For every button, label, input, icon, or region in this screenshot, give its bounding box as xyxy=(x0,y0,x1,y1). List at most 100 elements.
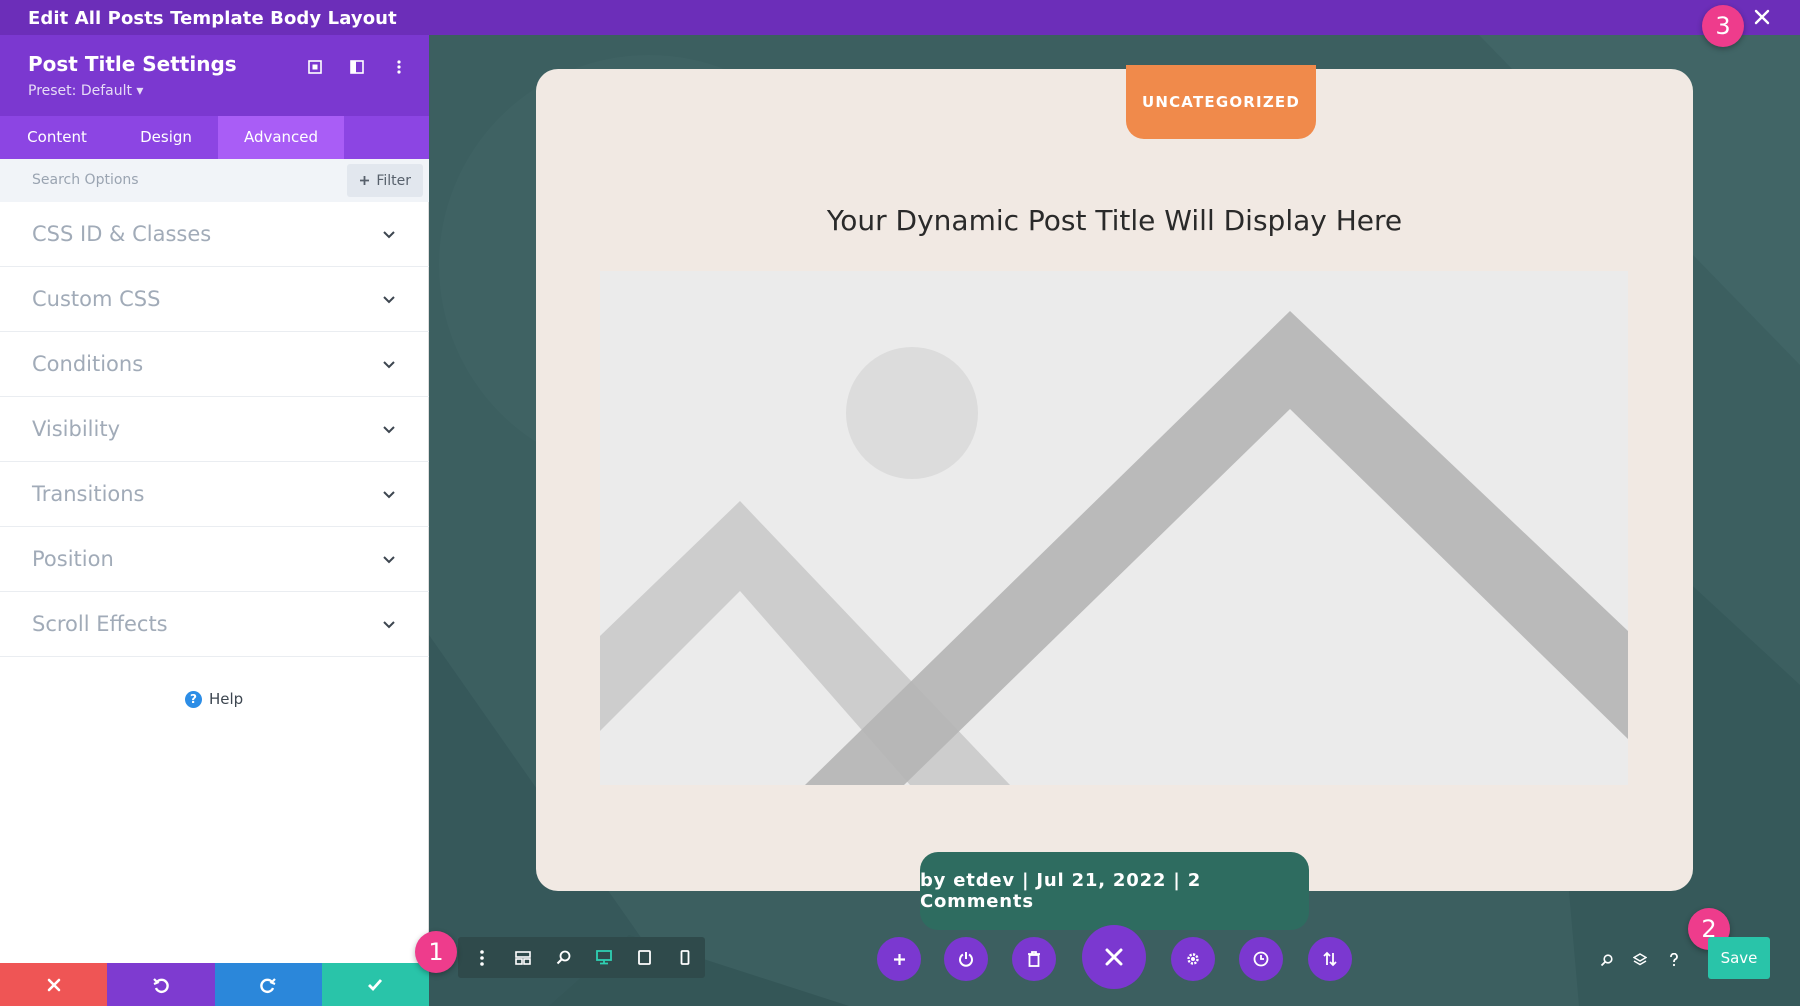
help-link[interactable]: ? Help xyxy=(185,690,243,708)
settings-panel: Post Title Settings Preset: Default ▾ Co… xyxy=(0,35,429,1006)
power-icon xyxy=(959,952,973,967)
trash-icon xyxy=(1028,951,1040,967)
trash-button[interactable] xyxy=(1012,937,1056,981)
post-title-module[interactable]: Your Dynamic Post Title Will Display Her… xyxy=(536,204,1693,237)
help-icon: ? xyxy=(185,690,202,708)
tab-design[interactable]: Design xyxy=(114,116,218,159)
option-group-position[interactable]: Position xyxy=(0,527,429,592)
power-button[interactable] xyxy=(944,937,988,981)
phone-view-button[interactable] xyxy=(665,937,706,978)
close-builder-button[interactable] xyxy=(1748,3,1776,31)
option-group-label: Scroll Effects xyxy=(32,612,168,636)
portability-button[interactable] xyxy=(1308,937,1352,981)
phone-icon xyxy=(680,950,690,965)
redo-button[interactable] xyxy=(214,963,322,1006)
history-button[interactable] xyxy=(1239,937,1283,981)
post-meta[interactable]: by etdev | Jul 21, 2022 | 2 Comments xyxy=(920,852,1309,930)
more-vertical-icon xyxy=(397,60,401,74)
layout-icon xyxy=(514,950,531,965)
save-button[interactable]: Save xyxy=(1708,937,1770,979)
undo-button[interactable] xyxy=(107,963,215,1006)
check-icon xyxy=(368,978,383,991)
discard-button[interactable] xyxy=(0,963,108,1006)
layers-icon xyxy=(1633,953,1647,966)
search-icon xyxy=(1600,953,1613,966)
search-options-row: Search Options Filter xyxy=(0,159,429,202)
chevron-down-icon xyxy=(383,361,395,369)
option-groups: CSS ID & Classes Custom CSS Conditions V… xyxy=(0,202,429,657)
option-group-conditions[interactable]: Conditions xyxy=(0,332,429,397)
featured-image-placeholder[interactable] xyxy=(600,271,1628,785)
option-group-label: Transitions xyxy=(32,482,145,506)
option-group-label: Conditions xyxy=(32,352,144,376)
layers-button[interactable] xyxy=(1626,946,1654,974)
split-view-button[interactable] xyxy=(341,51,373,83)
panel-action-bar xyxy=(0,963,429,1006)
close-icon xyxy=(1754,9,1770,25)
chevron-down-icon xyxy=(383,426,395,434)
add-button[interactable] xyxy=(877,937,921,981)
wireframe-view-button[interactable] xyxy=(503,937,544,978)
zoom-view-button[interactable] xyxy=(543,937,584,978)
preset-selector[interactable]: Preset: Default ▾ xyxy=(28,83,143,99)
option-group-label: Position xyxy=(32,547,114,571)
page-settings-button[interactable] xyxy=(1171,937,1215,981)
chevron-down-icon xyxy=(383,296,395,304)
window-title: Edit All Posts Template Body Layout xyxy=(28,8,397,29)
callout-badge-1: 1 xyxy=(415,931,457,973)
option-group-transitions[interactable]: Transitions xyxy=(0,462,429,527)
option-group-label: Visibility xyxy=(32,417,121,441)
plus-icon xyxy=(360,176,370,185)
redo-icon xyxy=(260,977,276,993)
clock-icon xyxy=(1253,951,1269,967)
option-group-scroll-effects[interactable]: Scroll Effects xyxy=(0,592,429,657)
apply-button[interactable] xyxy=(321,963,429,1006)
expand-panel-button[interactable] xyxy=(299,51,331,83)
columns-icon xyxy=(350,60,364,74)
post-card: UNCATEGORIZED Your Dynamic Post Title Wi… xyxy=(536,65,1693,891)
undo-icon xyxy=(153,977,169,993)
help-label: Help xyxy=(209,690,244,708)
option-group-label: Custom CSS xyxy=(32,287,161,311)
view-more-button[interactable] xyxy=(462,937,503,978)
close-icon xyxy=(47,978,60,991)
tab-advanced[interactable]: Advanced xyxy=(218,116,344,159)
gear-icon xyxy=(1187,953,1199,965)
help-button[interactable] xyxy=(1660,946,1688,974)
search-options-input[interactable]: Search Options xyxy=(32,172,139,188)
desktop-view-button[interactable] xyxy=(584,937,625,978)
builder-app: Edit All Posts Template Body Layout Post… xyxy=(0,0,1800,1006)
panel-title: Post Title Settings xyxy=(28,52,237,76)
tablet-icon xyxy=(637,950,651,965)
utility-toolbar xyxy=(1592,946,1688,974)
option-group-css-id-classes[interactable]: CSS ID & Classes xyxy=(0,202,429,267)
import-export-icon xyxy=(1323,951,1337,967)
chevron-down-icon xyxy=(383,621,395,629)
option-group-label: CSS ID & Classes xyxy=(32,222,212,246)
option-group-custom-css[interactable]: Custom CSS xyxy=(0,267,429,332)
panel-header: Post Title Settings Preset: Default ▾ xyxy=(0,35,429,116)
chevron-down-icon xyxy=(383,556,395,564)
panel-more-button[interactable] xyxy=(383,51,415,83)
view-mode-toolbar xyxy=(458,937,705,978)
tab-content[interactable]: Content xyxy=(0,116,114,159)
category-badge[interactable]: UNCATEGORIZED xyxy=(1126,65,1316,139)
tablet-view-button[interactable] xyxy=(624,937,665,978)
image-placeholder-icon xyxy=(600,311,1628,785)
question-icon xyxy=(1670,953,1678,967)
option-group-visibility[interactable]: Visibility xyxy=(0,397,429,462)
filter-label: Filter xyxy=(376,172,411,189)
exit-button[interactable] xyxy=(1082,925,1146,989)
filter-button[interactable]: Filter xyxy=(347,164,423,197)
panel-tabs: Content Design Advanced xyxy=(0,116,429,159)
chevron-down-icon xyxy=(383,491,395,499)
close-icon xyxy=(1105,948,1123,966)
chevron-down-icon xyxy=(383,231,395,239)
top-bar: Edit All Posts Template Body Layout xyxy=(0,0,1800,35)
builder-canvas: UNCATEGORIZED Your Dynamic Post Title Wi… xyxy=(429,35,1800,1006)
callout-badge-3: 3 xyxy=(1702,5,1744,47)
more-vertical-icon xyxy=(480,949,485,966)
find-button[interactable] xyxy=(1592,946,1620,974)
desktop-icon xyxy=(595,950,612,965)
plus-icon xyxy=(893,953,905,965)
